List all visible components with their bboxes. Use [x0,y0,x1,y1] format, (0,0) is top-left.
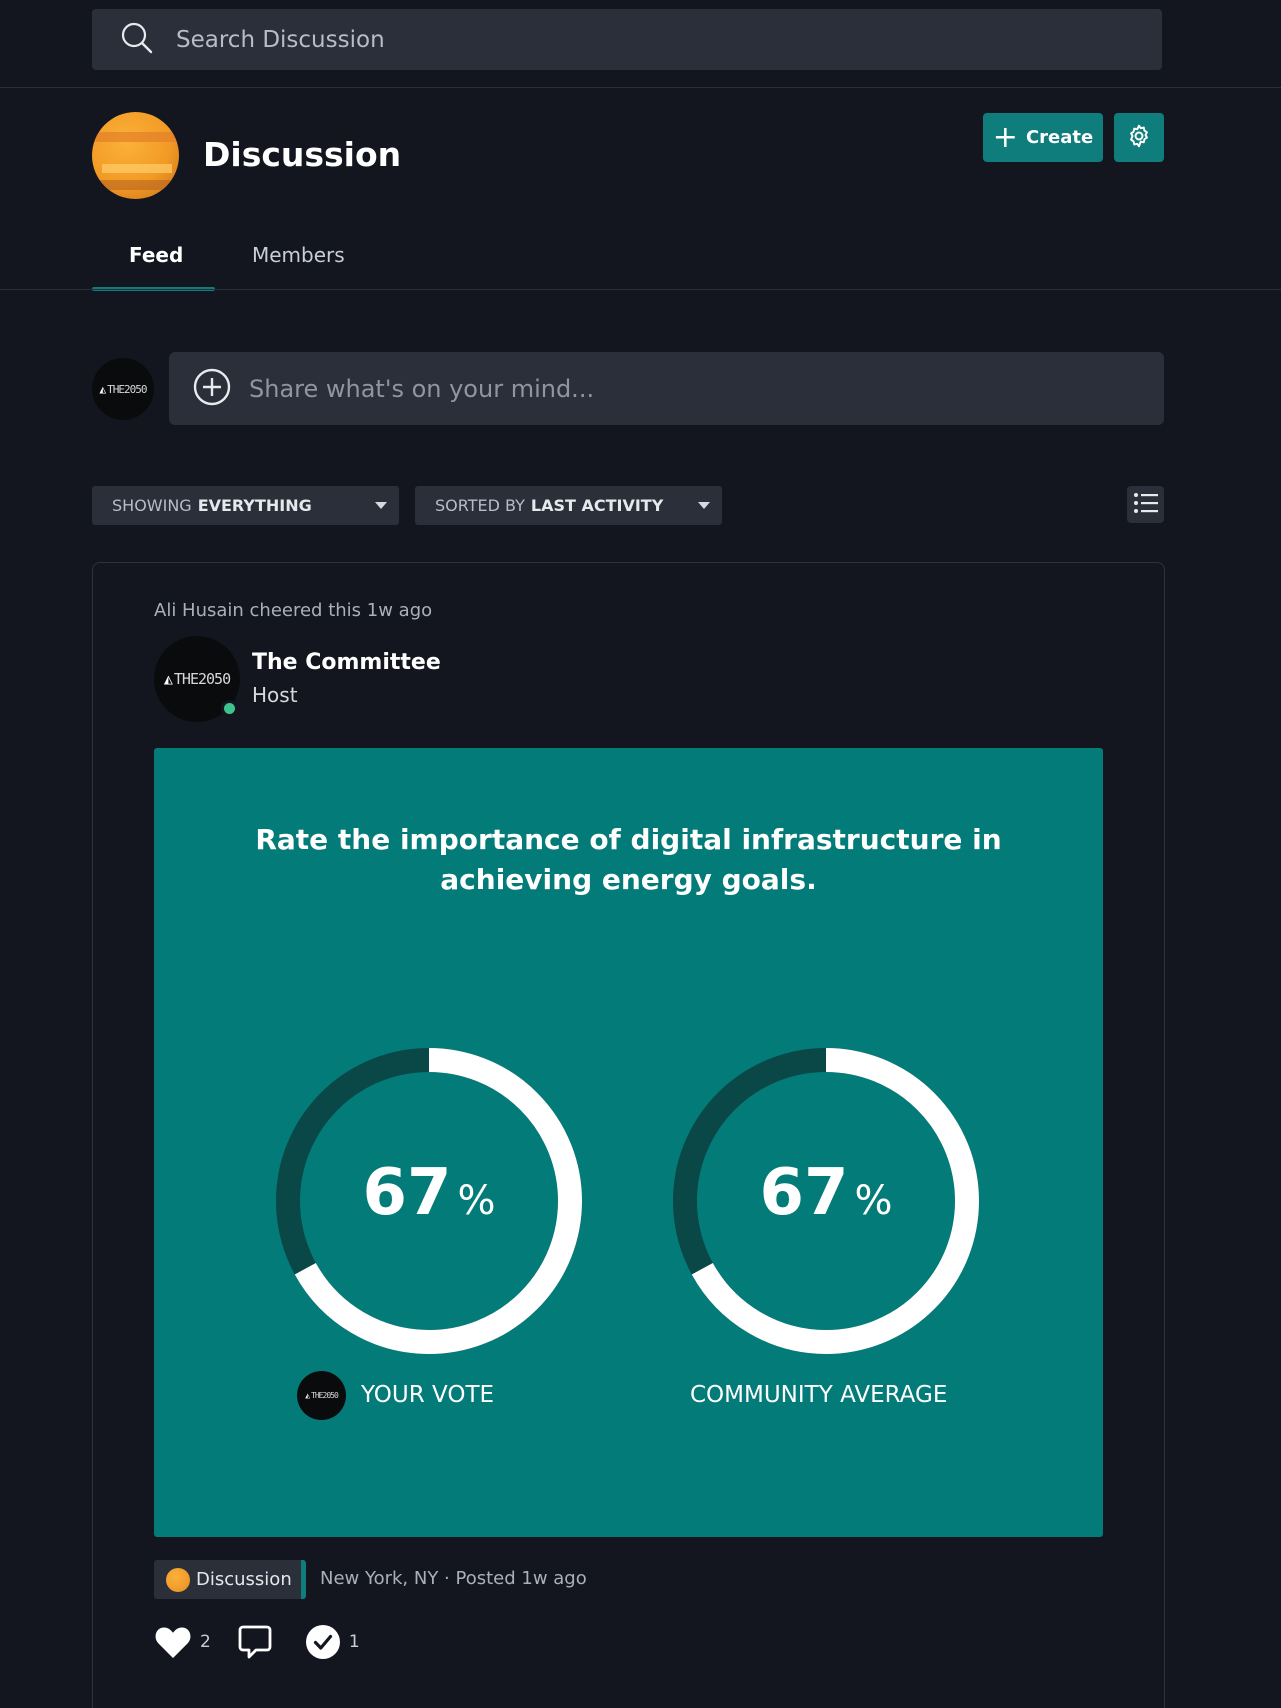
post-meta: New York, NY · Posted 1w ago [320,1568,587,1589]
author-name[interactable]: The Committee [252,650,441,675]
check-circle-icon[interactable] [305,1624,341,1660]
voter-avatar: ◭ THE2050 [297,1371,346,1420]
divider [0,87,1281,88]
poll-result-card: Rate the importance of digital infrastru… [154,748,1103,1537]
plus-icon: + [992,119,1018,155]
gorilla-logo-icon: ◭ [99,382,107,396]
sort-prefix: SORTED BY [435,496,525,515]
avatar-logo-text: THE2050 [107,382,147,396]
chevron-down-icon [698,502,710,509]
community-average-label: COMMUNITY AVERAGE [690,1382,948,1408]
post-activity: Ali Husain cheered this 1w ago [154,600,433,621]
like-count: 2 [200,1632,211,1652]
community-average-percent: 67% [671,1156,981,1230]
show-filter-value: EVERYTHING [197,496,312,515]
online-status-indicator [221,700,238,717]
author-role: Host [252,683,298,707]
comment-icon[interactable] [237,1624,273,1660]
heart-icon[interactable] [154,1625,192,1659]
poll-question: Rate the importance of digital infrastru… [255,823,1002,896]
search-icon [120,21,154,59]
tab-feed[interactable]: Feed [129,243,183,267]
plus-circle-icon [193,368,231,410]
your-vote-percent: 67% [274,1156,584,1230]
page-title: Discussion [203,135,402,174]
topic-chip[interactable]: Discussion [154,1560,306,1599]
divider [0,289,1281,290]
author-avatar-logo-text: THE2050 [173,670,231,688]
sort-dropdown[interactable]: SORTED BY LAST ACTIVITY [415,486,722,525]
show-filter-dropdown[interactable]: SHOWING EVERYTHING [92,486,399,525]
settings-button[interactable] [1114,113,1164,162]
search-input[interactable]: Search Discussion [92,9,1162,70]
tab-members[interactable]: Members [252,243,345,267]
post-actions: 2 1 [154,1622,360,1662]
topic-avatar-icon [166,1567,190,1592]
gear-icon [1126,123,1152,153]
voter-avatar-logo-text: THE2050 [311,1391,339,1400]
search-placeholder: Search Discussion [176,26,385,53]
sort-value: LAST ACTIVITY [530,496,664,515]
composer-placeholder: Share what's on your mind... [249,374,595,403]
app-root: Search Discussion Discussion + Create Fe… [0,0,1281,1708]
gorilla-logo-icon: ◭ [305,1391,310,1400]
group-avatar [92,112,179,199]
avatar[interactable]: ◭ THE2050 [92,358,154,420]
your-vote-unit: % [457,1178,496,1224]
create-button-label: Create [1025,127,1094,148]
check-count: 1 [348,1632,360,1652]
create-button[interactable]: + Create [983,113,1103,162]
gorilla-logo-icon: ◭ [163,670,173,688]
show-filter-prefix: SHOWING [112,496,192,515]
list-icon [1133,492,1159,518]
topic-chip-label: Discussion [196,1569,292,1590]
community-average-unit: % [854,1178,893,1224]
your-vote-value: 67 [362,1156,452,1230]
community-average-value: 67 [759,1156,849,1230]
composer-input[interactable]: Share what's on your mind... [169,352,1164,425]
chevron-down-icon [375,502,387,509]
list-view-button[interactable] [1127,486,1164,523]
your-vote-label: YOUR VOTE [361,1382,495,1408]
